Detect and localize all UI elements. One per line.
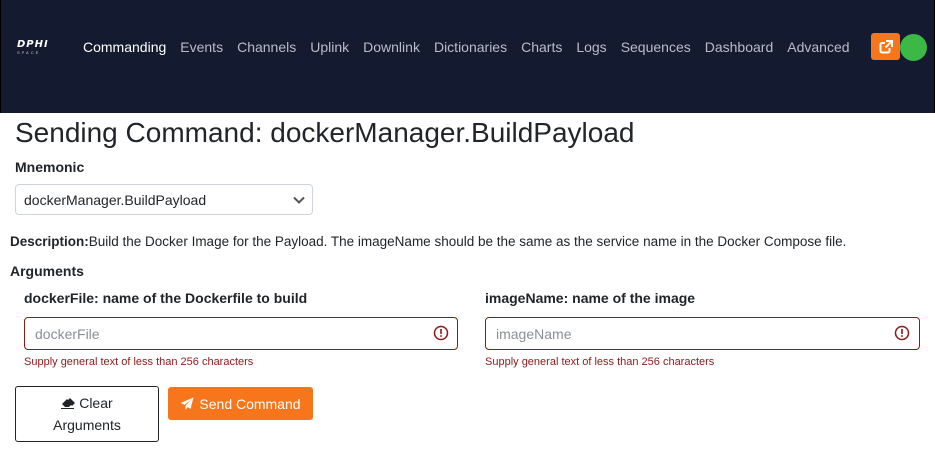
chevron-down-icon: [293, 196, 305, 204]
nav-links: Commanding Events Channels Uplink Downli…: [83, 38, 864, 56]
send-command-label: Send Command: [199, 395, 301, 412]
send-command-button[interactable]: Send Command: [168, 387, 313, 420]
arguments-label: Arguments: [10, 263, 84, 279]
mnemonic-select[interactable]: dockerManager.BuildPayload: [15, 184, 313, 215]
nav-item-commanding[interactable]: Commanding: [83, 39, 166, 55]
mnemonic-label: Mnemonic: [15, 159, 85, 175]
description-label: Description:: [10, 234, 89, 249]
nav-item-dictionaries[interactable]: Dictionaries: [434, 39, 507, 55]
nav-item-logs[interactable]: Logs: [576, 39, 606, 55]
external-link-icon: [879, 39, 893, 53]
nav-item-channels[interactable]: Channels: [237, 39, 296, 55]
nav-item-uplink[interactable]: Uplink: [310, 39, 349, 55]
description-text: Build the Docker Image for the Payload. …: [88, 234, 847, 249]
logo-text: DPHI: [17, 39, 49, 50]
nav-item-charts[interactable]: Charts: [521, 39, 562, 55]
dockerfile-input[interactable]: [24, 317, 458, 350]
imagename-help-text: Supply general text of less than 256 cha…: [485, 356, 715, 368]
nav-item-events[interactable]: Events: [180, 39, 223, 55]
dockerfile-arg-label: dockerFile: name of the Dockerfile to bu…: [24, 290, 308, 306]
command-description: Description:Build the Docker Image for t…: [10, 234, 846, 249]
external-link-button[interactable]: [871, 33, 900, 60]
connection-status-indicator: [900, 34, 927, 61]
eraser-icon: [61, 398, 76, 409]
top-navbar: DPHI SPACE Commanding Events Channels Up…: [0, 0, 935, 113]
nav-item-sequences[interactable]: Sequences: [621, 39, 691, 55]
brand-logo[interactable]: DPHI SPACE: [17, 39, 59, 56]
paper-plane-icon: [180, 397, 194, 410]
warning-icon: [894, 325, 910, 341]
clear-button-label-1: Clear: [79, 395, 113, 411]
clear-button-line1: Clear: [61, 392, 113, 414]
nav-item-downlink[interactable]: Downlink: [363, 39, 420, 55]
imagename-arg-label: imageName: name of the image: [485, 290, 696, 306]
mnemonic-select-value: dockerManager.BuildPayload: [24, 191, 207, 208]
clear-button-label-2: Arguments: [53, 417, 121, 433]
nav-item-advanced[interactable]: Advanced: [787, 39, 849, 55]
clear-arguments-button[interactable]: Clear Arguments: [15, 386, 159, 442]
dockerfile-help-text: Supply general text of less than 256 cha…: [24, 356, 254, 368]
logo-subtext: SPACE: [17, 50, 41, 55]
nav-item-dashboard[interactable]: Dashboard: [705, 39, 774, 55]
imagename-input[interactable]: [485, 317, 920, 350]
warning-icon: [433, 325, 449, 341]
page-title: Sending Command: dockerManager.BuildPayl…: [15, 117, 635, 148]
